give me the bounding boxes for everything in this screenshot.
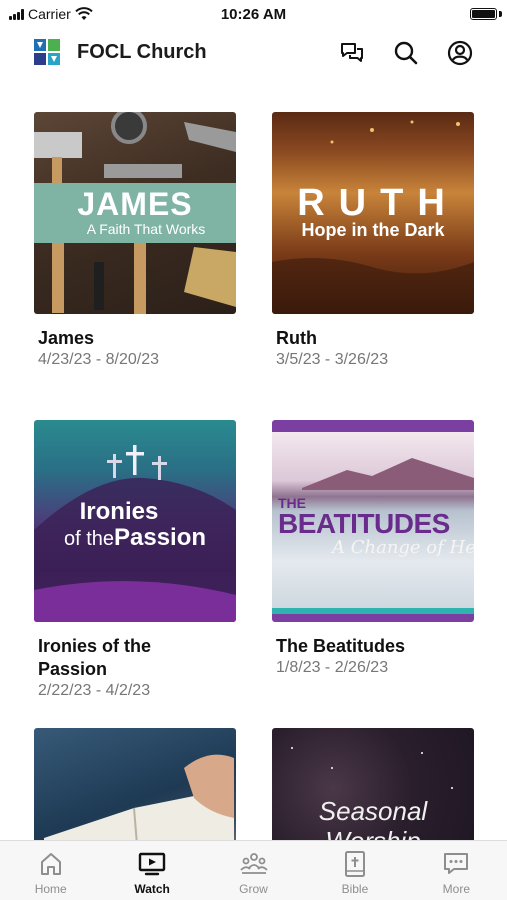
- tab-label: More: [442, 882, 470, 896]
- church-logo-icon[interactable]: [34, 39, 60, 65]
- series-art-line2-main: Passion: [114, 524, 207, 551]
- series-title: Ironies of the Passion: [38, 636, 152, 679]
- series-title: James: [38, 328, 95, 348]
- chat-dots-icon: [444, 853, 469, 874]
- tab-label: Bible: [341, 882, 369, 896]
- series-art-title: RUTH: [297, 182, 459, 224]
- series-thumbnail[interactable]: Ironies of thePassion: [34, 420, 236, 622]
- series-card-james[interactable]: JAMES A Faith That Works James 4/23/23 -…: [34, 112, 236, 370]
- app-header: FOCL Church: [0, 28, 507, 78]
- series-dates: 4/23/23 - 8/20/23: [38, 351, 159, 368]
- series-title: The Beatitudes: [276, 636, 406, 656]
- series-title: Ruth: [276, 328, 317, 348]
- series-dates: 2/22/23 - 4/2/23: [38, 682, 151, 699]
- home-icon: [40, 853, 61, 875]
- people-group-icon: [239, 853, 268, 874]
- app-title: FOCL Church: [77, 41, 207, 63]
- search-button[interactable]: [391, 38, 421, 68]
- series-art-title: BEATITUDES: [278, 508, 450, 539]
- tab-label: Watch: [134, 882, 170, 896]
- battery-icon: [470, 8, 497, 20]
- series-card-ruth[interactable]: RUTH Hope in the Dark Ruth 3/5/23 - 3/26…: [272, 112, 474, 370]
- series-thumbnail[interactable]: THE BEATITUDES A Change of Heart: [272, 420, 474, 622]
- series-dates: 3/5/23 - 3/26/23: [276, 351, 389, 368]
- series-thumbnail[interactable]: JAMES A Faith That Works: [34, 112, 236, 314]
- tab-home[interactable]: Home: [0, 841, 101, 900]
- series-art-subtitle: A Change of Heart: [332, 537, 474, 558]
- tv-play-icon: [138, 852, 166, 876]
- series-card-beatitudes[interactable]: THE BEATITUDES A Change of Heart The Bea…: [272, 420, 474, 678]
- series-art-title: JAMES: [77, 186, 193, 222]
- series-art-line2: of thePassion: [34, 524, 236, 552]
- battery-tip: [499, 11, 502, 17]
- tab-label: Home: [34, 882, 67, 896]
- series-art-subtitle: A Faith That Works: [86, 221, 206, 237]
- series-card-ironies[interactable]: Ironies of thePassion Ironies of the Pas…: [34, 420, 236, 701]
- profile-button[interactable]: [445, 38, 475, 68]
- bible-icon: [344, 851, 365, 877]
- messages-button[interactable]: [337, 38, 367, 68]
- search-icon: [394, 41, 418, 65]
- series-art-subtitle: Hope in the Dark: [301, 220, 445, 240]
- series-thumbnail[interactable]: RUTH Hope in the Dark: [272, 112, 474, 314]
- bottom-tab-bar: Home Watch Grow Bible More: [0, 840, 507, 900]
- series-art-line2-prefix: of the: [63, 528, 114, 550]
- status-bar: Carrier 10:26 AM: [0, 0, 507, 28]
- tab-more[interactable]: More: [406, 841, 507, 900]
- series-art-band: JAMES A Faith That Works: [34, 183, 236, 243]
- tab-label: Grow: [239, 882, 268, 896]
- user-circle-icon: [447, 40, 473, 66]
- series-art-line1: Ironies: [79, 498, 159, 525]
- series-dates: 1/8/23 - 2/26/23: [276, 659, 389, 676]
- chat-bubbles-icon: [341, 43, 363, 62]
- tab-watch[interactable]: Watch: [101, 841, 202, 900]
- tab-bible[interactable]: Bible: [304, 841, 405, 900]
- tab-grow[interactable]: Grow: [203, 841, 304, 900]
- status-time: 10:26 AM: [220, 6, 287, 23]
- series-art-line1: Seasonal: [318, 796, 428, 826]
